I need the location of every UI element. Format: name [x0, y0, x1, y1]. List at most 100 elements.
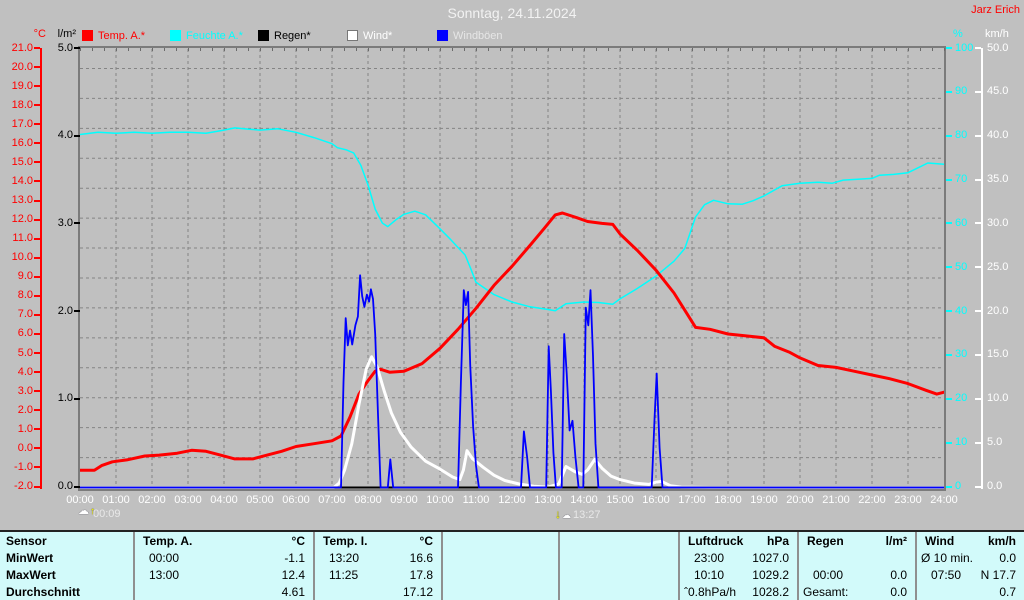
table-cell: 0.0	[999, 550, 1024, 567]
x-axis-label: 03:00	[168, 494, 208, 506]
y-axis-label: 15.0	[2, 156, 33, 169]
legend-swatch	[258, 30, 269, 41]
minor-tick	[140, 48, 141, 51]
minor-tick	[440, 48, 441, 51]
x-axis-label: 08:00	[348, 494, 388, 506]
x-axis-label: 06:00	[276, 494, 316, 506]
minor-tick	[164, 48, 165, 51]
table-cell	[670, 567, 678, 584]
minor-tick	[332, 48, 333, 51]
table-row: 4.61	[135, 584, 313, 600]
minor-tick	[632, 48, 633, 51]
x-axis-label: 19:00	[744, 494, 784, 506]
weather-station-window: Sonntag, 24.11.2024 Jarz Erich °C l/m² %…	[0, 0, 1024, 600]
y-axis-label: 9.0	[2, 270, 33, 283]
minor-tick	[932, 48, 933, 51]
chart-canvas	[80, 48, 944, 489]
y-axis-tick	[946, 354, 952, 356]
legend-item: Wind*	[347, 30, 392, 43]
moonrise-marker: ☁↑00:09	[78, 507, 121, 522]
table-column: Temp. A.°C00:00-1.113:0012.44.61	[133, 532, 313, 600]
table-cell	[315, 584, 329, 600]
stats-table: SensorMinWertMaxWertDurchschnittTemp. A.…	[0, 530, 1024, 600]
minor-tick	[224, 48, 225, 51]
minor-tick	[392, 48, 393, 51]
moonset-arrow-icon: ↓	[555, 507, 561, 521]
minor-tick	[944, 48, 945, 51]
table-cell	[550, 550, 558, 567]
minor-tick	[800, 48, 801, 51]
y-axis-label: 20.0	[2, 61, 33, 74]
moonset-time: 13:27	[573, 509, 601, 521]
table-column: LuftdruckhPa23:001027.010:101029.2ˆ0.8hP…	[678, 532, 797, 600]
y-axis-label: 12.0	[2, 213, 33, 226]
y-axis-label: 16.0	[2, 137, 33, 150]
y-axis-tick	[74, 486, 80, 488]
y-axis-tick	[74, 310, 80, 312]
minor-tick	[740, 48, 741, 51]
legend-label: Wind*	[363, 30, 392, 42]
table-header-cell: km/h	[988, 533, 1024, 550]
y-axis-label: 30.0	[987, 217, 1019, 230]
y-axis-label: 14.0	[2, 175, 33, 188]
y-axis-label: 5.0	[46, 42, 73, 55]
table-header-cell: Regen	[799, 533, 844, 550]
minor-tick	[704, 48, 705, 51]
x-axis-label: 16:00	[636, 494, 676, 506]
y-axis-tick	[946, 398, 952, 400]
table-header-cell	[443, 533, 451, 550]
table-cell	[799, 550, 813, 567]
table-column-header: LuftdruckhPa	[680, 533, 797, 550]
table-column-header	[443, 533, 558, 550]
table-cell: 17.8	[410, 567, 441, 584]
legend-swatch	[170, 30, 181, 41]
minor-tick	[764, 48, 765, 51]
minor-tick	[644, 48, 645, 51]
table-header-cell: Wind	[917, 533, 954, 550]
y-axis-tick	[946, 47, 952, 49]
y-axis-label: 18.0	[2, 99, 33, 112]
station-owner: Jarz Erich	[971, 4, 1020, 16]
minor-tick	[404, 48, 405, 51]
table-row	[799, 550, 915, 567]
minor-tick	[320, 48, 321, 51]
table-cell: 17.12	[403, 584, 441, 600]
y-axis-label: 3.0	[2, 385, 33, 398]
minor-tick	[452, 48, 453, 51]
minor-tick	[356, 48, 357, 51]
y-axis-label: 50.0	[987, 42, 1019, 55]
moonrise-icon: ☁↑	[78, 507, 93, 520]
table-header-cell: Luftdruck	[680, 533, 743, 550]
table-row	[560, 567, 678, 584]
minor-tick	[236, 48, 237, 51]
table-cell	[907, 550, 915, 567]
table-header-cell: l/m²	[886, 533, 915, 550]
table-column-header: Temp. I.°C	[315, 533, 441, 550]
table-cell: N 17.7	[981, 567, 1024, 584]
y-axis-label: 19.0	[2, 80, 33, 93]
table-row: 10:101029.2	[680, 567, 797, 584]
table-cell: 00:00	[135, 550, 179, 567]
table-cell	[917, 584, 931, 600]
minor-tick	[848, 48, 849, 51]
table-header-cell	[670, 533, 678, 550]
table-cell: 12.4	[282, 567, 313, 584]
table-cell: -1.1	[284, 550, 313, 567]
x-axis-label: 10:00	[420, 494, 460, 506]
legend-label: Windböen	[453, 30, 503, 42]
y-axis-label: 0.0	[987, 480, 1019, 493]
x-axis-label: 21:00	[816, 494, 856, 506]
table-row-label: MinWert	[0, 550, 133, 567]
y-axis-line	[981, 48, 983, 489]
table-header-cell: °C	[420, 533, 441, 550]
table-header-cell	[550, 533, 558, 550]
minor-tick	[500, 48, 501, 51]
humidity-axis-unit: %	[953, 28, 975, 40]
minor-tick	[116, 48, 117, 51]
minor-tick	[812, 48, 813, 51]
minor-tick	[188, 48, 189, 51]
table-column: Regenl/m²00:000.0Gesamt:0.0	[797, 532, 915, 600]
table-cell: 13:20	[315, 550, 359, 567]
legend-item: Feuchte A.*	[170, 30, 243, 43]
legend-swatch	[437, 30, 448, 41]
